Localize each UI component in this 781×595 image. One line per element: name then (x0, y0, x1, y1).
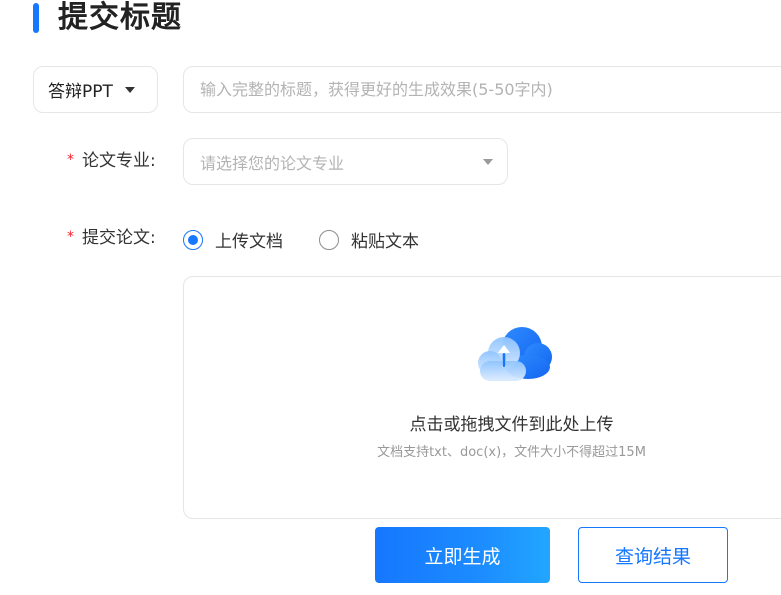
submit-paper-label: * 提交论文: (67, 227, 156, 250)
radio-paste-text[interactable]: 粘贴文本 (319, 227, 419, 252)
title-input[interactable] (183, 66, 781, 113)
radio-unchecked-icon (319, 229, 339, 250)
major-label: * 论文专业: (67, 150, 156, 173)
submit-paper-label-text: 提交论文: (82, 228, 156, 248)
submit-title-page: 提交标题 答辩PPT *论文专业: 请选择您的论文专业 *提交论文: 上传文档 … (0, 0, 781, 595)
generate-button[interactable]: 立即生成 (375, 527, 550, 583)
radio-upload-document[interactable]: 上传文档 (183, 227, 283, 252)
radio-paste-label: 粘贴文本 (351, 232, 419, 252)
required-mark: * (67, 152, 74, 168)
file-upload-dropzone[interactable]: 点击或拖拽文件到此处上传 文档支持txt、doc(x)，文件大小不得超过15M (183, 276, 781, 519)
ppt-type-select[interactable]: 答辩PPT (33, 66, 158, 113)
major-placeholder: 请选择您的论文专业 (200, 153, 345, 173)
upload-hint-text: 文档支持txt、doc(x)，文件大小不得超过15M (377, 445, 646, 460)
upload-main-text: 点击或拖拽文件到此处上传 (409, 415, 614, 435)
page-title: 提交标题 (58, 0, 182, 35)
caret-down-icon (124, 86, 135, 93)
required-mark: * (67, 229, 74, 245)
major-select[interactable]: 请选择您的论文专业 (183, 138, 508, 185)
cloud-upload-icon (478, 327, 552, 381)
title-accent-bar (33, 3, 39, 33)
ppt-type-value: 答辩PPT (48, 82, 113, 102)
radio-checked-icon (183, 229, 203, 250)
caret-down-icon (483, 158, 493, 165)
query-results-button[interactable]: 查询结果 (578, 527, 728, 583)
radio-upload-label: 上传文档 (215, 232, 283, 252)
major-label-text: 论文专业: (82, 151, 156, 171)
